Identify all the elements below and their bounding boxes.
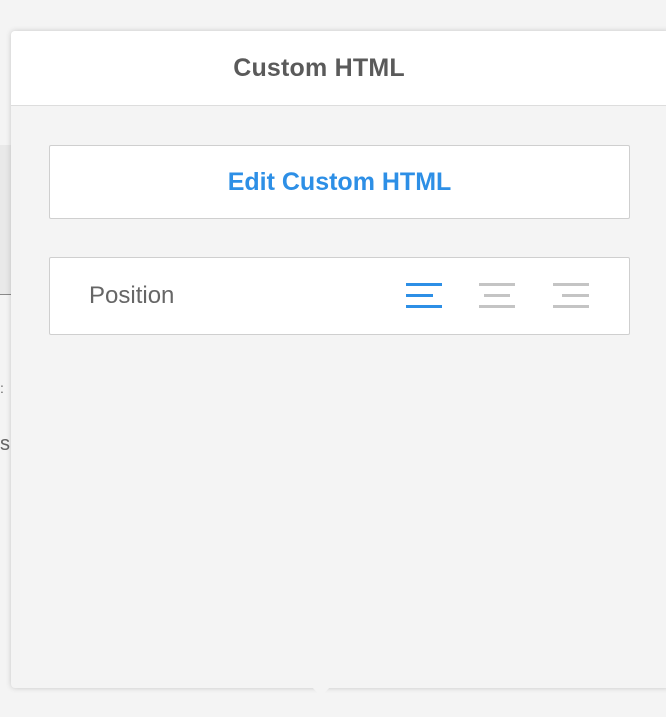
align-right-button[interactable] [551, 279, 593, 313]
background-text-fragment: s [0, 433, 10, 455]
panel-pointer-arrow [312, 687, 330, 697]
panel-header: Custom HTML [11, 31, 666, 106]
panel-title: Custom HTML [233, 53, 405, 82]
align-center-icon [479, 283, 515, 308]
align-left-button[interactable] [404, 279, 446, 313]
position-control: Position [49, 257, 630, 335]
align-left-icon [406, 283, 442, 308]
align-center-button[interactable] [477, 279, 519, 313]
edit-custom-html-button[interactable]: Edit Custom HTML [49, 145, 630, 219]
background-text-fragment: : [0, 380, 4, 396]
edit-custom-html-label: Edit Custom HTML [227, 167, 452, 196]
custom-html-settings-panel: Custom HTML Edit Custom HTML Position [11, 31, 666, 688]
align-right-icon [553, 283, 589, 308]
position-label: Position [89, 282, 175, 309]
